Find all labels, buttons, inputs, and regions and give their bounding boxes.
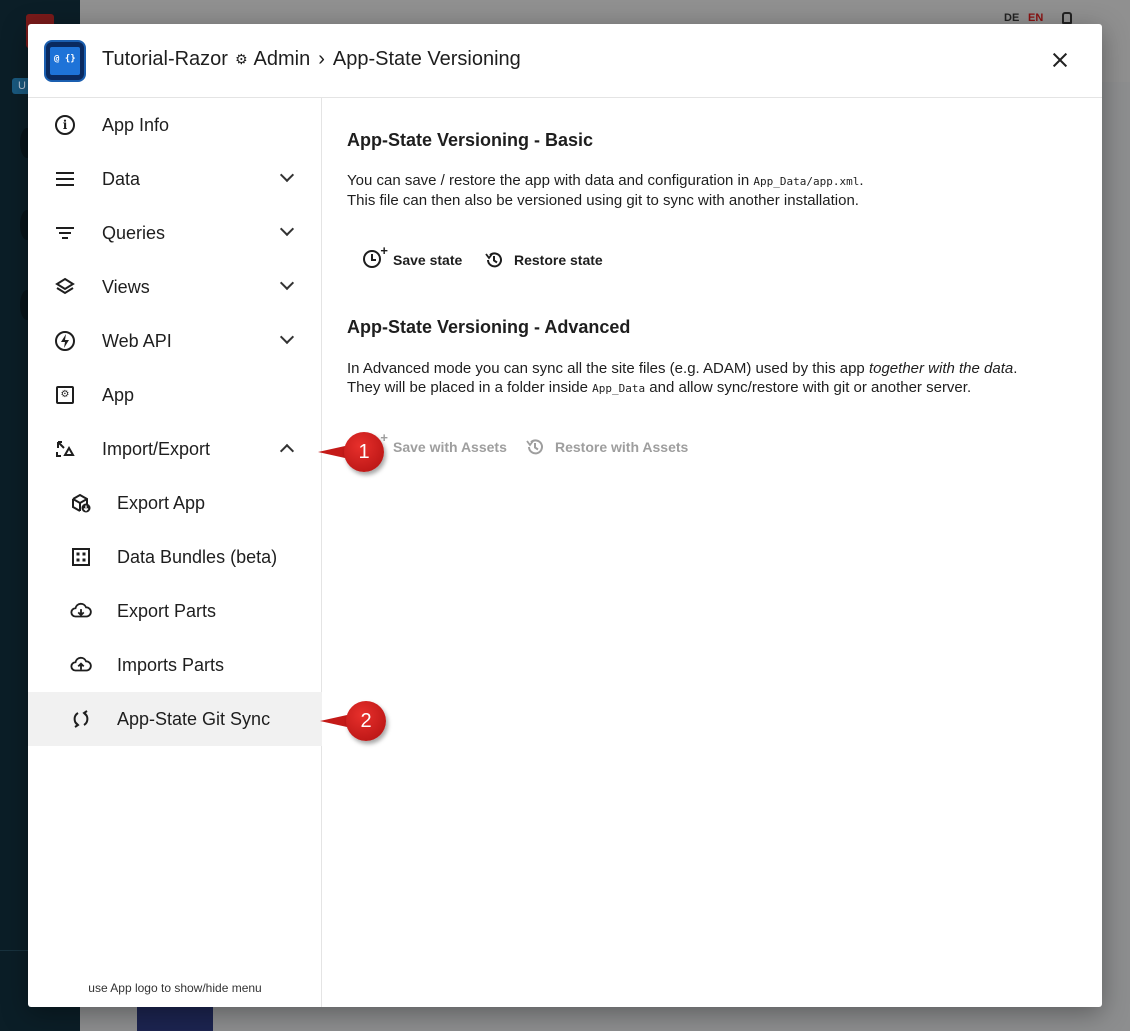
restore-with-assets-label: Restore with Assets xyxy=(555,439,689,455)
sidebar-item-app[interactable]: ⚙ App xyxy=(28,368,322,422)
sidebar-item-data-bundles[interactable]: Data Bundles (beta) xyxy=(28,530,322,584)
sidebar-item-label: Data xyxy=(102,168,141,189)
info-icon: i xyxy=(54,114,76,136)
sidebar-hint: use App logo to show/hide menu xyxy=(88,981,262,995)
sidebar-item-web-api[interactable]: Web API xyxy=(28,314,322,368)
sidebar-item-label: Import/Export xyxy=(102,438,211,459)
sidebar-item-label: Queries xyxy=(102,222,166,243)
sidebar-item-queries[interactable]: Queries xyxy=(28,206,322,260)
sidebar-item-label: App Info xyxy=(102,114,170,135)
basic-section-title: App-State Versioning - Basic xyxy=(347,130,594,150)
chevron-down-icon[interactable] xyxy=(279,329,295,345)
dialog-header: Tutorial-Razor ⚙ Admin › App-State Versi… xyxy=(28,24,1102,98)
lang-en-link: EN xyxy=(1028,12,1044,24)
background-block xyxy=(137,1007,213,1031)
breadcrumb-section: Admin xyxy=(253,48,311,70)
sidebar-item-label: App xyxy=(102,384,135,405)
callout-number: 1 xyxy=(344,432,384,472)
sync-icon xyxy=(70,708,92,730)
main-content: App-State Versioning - Basic You can sav… xyxy=(347,98,1102,1007)
lang-de-link: DE xyxy=(1004,12,1020,24)
filter-icon xyxy=(54,222,76,244)
advanced-emphasis: together with the data xyxy=(868,360,1014,377)
chevron-down-icon[interactable] xyxy=(279,167,295,183)
admin-dialog: Tutorial-Razor ⚙ Admin › App-State Versi… xyxy=(28,24,1102,1007)
advanced-text: and allow sync/restore with git or anoth… xyxy=(645,379,972,396)
settings-box-icon: ⚙ xyxy=(54,384,76,406)
advanced-description: In Advanced mode you can sync all the si… xyxy=(347,359,1077,398)
restore-state-label: Restore state xyxy=(514,252,603,268)
chevron-right-icon: › xyxy=(318,48,325,70)
sidebar-item-label: Imports Parts xyxy=(117,654,225,675)
close-button[interactable] xyxy=(1046,46,1074,74)
callout-number: 2 xyxy=(346,701,386,741)
advanced-text: In Advanced mode you can sync all the si… xyxy=(347,360,869,377)
basic-code: App_Data/app.xml xyxy=(753,175,860,188)
sidebar-item-views[interactable]: Views xyxy=(28,260,322,314)
callout-marker: 1 xyxy=(318,429,384,475)
chevron-down-icon[interactable] xyxy=(279,221,295,237)
bolt-icon xyxy=(54,330,76,352)
history-icon xyxy=(525,437,545,457)
sidebar-item-label: App-State Git Sync xyxy=(117,708,271,729)
callout-marker: 2 xyxy=(320,698,386,744)
save-with-assets-label: Save with Assets xyxy=(393,439,507,455)
sidebar-item-app-info[interactable]: i App Info xyxy=(28,98,322,152)
sidebar-item-label: Data Bundles (beta) xyxy=(117,546,278,567)
sidebar-item-data[interactable]: Data xyxy=(28,152,322,206)
breadcrumb-page: App-State Versioning xyxy=(332,48,521,70)
sidebar-item-import-export[interactable]: Import/Export xyxy=(28,422,322,476)
restore-state-button[interactable]: Restore state xyxy=(476,242,611,278)
sidebar-item-label: Web API xyxy=(102,330,172,351)
gear-icon: ⚙ xyxy=(234,51,248,67)
sidebar-menu: i App Info Data Queries Views Web API ⚙ … xyxy=(28,98,322,1007)
advanced-text: . xyxy=(1013,360,1018,377)
sidebar-item-imports-parts[interactable]: Imports Parts xyxy=(28,638,322,692)
lock-icon xyxy=(1062,12,1072,24)
restore-with-assets-button[interactable]: Restore with Assets xyxy=(517,429,696,465)
sidebar-item-label: Export App xyxy=(117,492,206,513)
chevron-down-icon[interactable] xyxy=(279,275,295,291)
basic-text: This file can then also be versioned usi… xyxy=(347,192,859,209)
sidebar-item-export-parts[interactable]: Export Parts xyxy=(28,584,322,638)
advanced-text: They will be placed in a folder inside xyxy=(347,379,593,396)
advanced-section-title: App-State Versioning - Advanced xyxy=(347,317,631,337)
layers-icon xyxy=(54,276,76,298)
save-state-button[interactable]: + Save state xyxy=(355,242,470,278)
import-export-icon xyxy=(54,438,76,460)
grid-box-icon xyxy=(70,546,92,568)
app-logo-button[interactable] xyxy=(44,40,86,82)
menu-icon xyxy=(54,168,76,190)
package-export-icon xyxy=(70,492,92,514)
cloud-download-icon xyxy=(70,600,92,622)
clock-plus-icon: + xyxy=(363,243,388,270)
basic-text: You can save / restore the app with data… xyxy=(347,172,754,189)
save-state-label: Save state xyxy=(393,252,463,268)
sidebar-item-app-state-git-sync[interactable]: App-State Git Sync xyxy=(28,692,322,746)
breadcrumb: Tutorial-Razor ⚙ Admin › App-State Versi… xyxy=(102,48,521,71)
sidebar-item-label: Views xyxy=(102,276,150,297)
chevron-up-icon[interactable] xyxy=(279,443,295,459)
advanced-code: App_Data xyxy=(592,382,646,395)
sidebar-item-export-app[interactable]: Export App xyxy=(28,476,322,530)
cloud-upload-icon xyxy=(70,654,92,676)
basic-text: . xyxy=(859,172,864,189)
sidebar-item-label: Export Parts xyxy=(117,600,217,621)
breadcrumb-app-name: Tutorial-Razor xyxy=(102,48,228,70)
basic-description: You can save / restore the app with data… xyxy=(347,171,1077,210)
history-icon xyxy=(484,250,504,270)
